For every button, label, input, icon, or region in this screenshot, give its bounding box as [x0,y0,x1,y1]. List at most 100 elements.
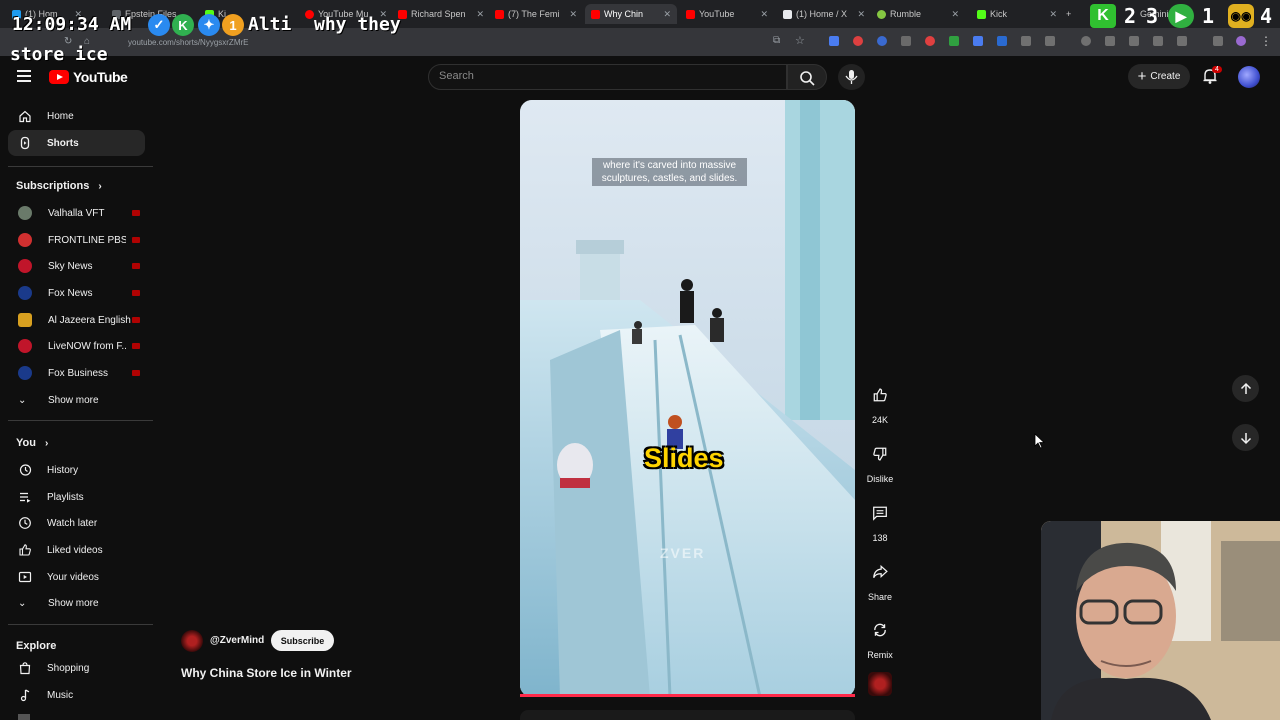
subscription-item[interactable]: Fox News [8,281,145,305]
bookmark-star-icon[interactable]: ☆ [795,34,805,47]
subscription-item[interactable]: Fox Business [8,361,145,385]
sound-thumbnail[interactable] [868,672,892,696]
kebab-menu-icon[interactable]: ⋮ [1260,34,1272,48]
counter-left: 2 [1124,4,1137,28]
thumbs-up-icon [19,544,31,556]
extension-icon[interactable] [1177,36,1187,46]
next-short-preview[interactable] [520,710,855,720]
counter-right: 1 [1202,4,1215,28]
shorts-video-player[interactable] [520,100,855,697]
share-arrow-icon [865,557,895,587]
live-indicator-icon [132,263,140,269]
live-indicator-icon [132,237,140,243]
home-icon [19,110,31,123]
install-icon[interactable]: ⧉ [773,35,780,46]
subscription-item[interactable]: FRONTLINE PBS ... [8,228,145,252]
search-box [428,64,787,90]
history-icon[interactable] [1081,36,1091,46]
url-field[interactable]: youtube.com/shorts/NyygsxrZMrE [128,38,248,47]
sidebar-item-history[interactable]: History [8,457,145,483]
subscription-item[interactable]: Valhalla VFT [8,201,145,225]
extension-icon[interactable] [1021,36,1031,46]
browser-tab[interactable]: Kick ✕ [977,4,1057,24]
sidebar-item-playlists[interactable]: Playlists [8,484,145,510]
verified-badge-icon: ✓ [148,14,170,36]
sidebar-item-watch-later[interactable]: Watch later [8,510,145,536]
dislike-button[interactable]: Dislike [862,439,898,484]
profile-icon[interactable] [1236,36,1246,46]
search-input[interactable] [439,70,769,82]
you-heading[interactable]: You › [16,437,48,449]
sidebar-item-music[interactable]: Music [8,682,145,708]
browser-tab[interactable]: (7) The Femi ✕ [495,4,577,24]
close-icon[interactable]: ✕ [476,9,484,20]
show-more-you[interactable]: ⌄ Show more [8,591,145,615]
share-button[interactable]: Share [862,557,898,602]
remix-button[interactable]: Remix [862,615,898,660]
glasses-emoji-icon: ◉◉ [1228,4,1254,28]
stream-clock: 12:09:34 AM [12,14,132,35]
sidebar-item-shorts[interactable]: Shorts [8,130,145,156]
extension-icon[interactable] [877,36,887,46]
browser-tab-active[interactable]: Why Chin ✕ [585,4,677,24]
create-button[interactable]: + Create [1128,64,1190,89]
subscription-item[interactable]: Al Jazeera English [8,308,145,332]
extension-icon[interactable] [853,36,863,46]
k-badge-icon: K [172,14,194,36]
like-button[interactable]: 24K [862,380,898,425]
close-icon[interactable]: ✕ [857,9,865,20]
like-count: 24K [871,415,888,425]
close-icon[interactable]: ✕ [663,9,671,20]
extension-icon[interactable] [901,36,911,46]
extension-icon[interactable] [1105,36,1115,46]
close-icon[interactable]: ✕ [569,9,577,20]
sidebar-item-home[interactable]: Home [8,103,145,129]
close-icon[interactable]: ✕ [951,9,959,20]
close-icon[interactable]: ✕ [760,9,768,20]
close-icon[interactable]: ✕ [1049,9,1057,20]
extension-icon[interactable] [997,36,1007,46]
channel-avatar[interactable] [181,630,203,652]
extension-icon[interactable] [829,36,839,46]
code-icon[interactable] [1129,36,1139,46]
youtube-logo[interactable]: YouTube [49,69,128,85]
arrow-down-icon [1240,432,1251,444]
subscribe-button[interactable]: Subscribe [271,630,334,651]
browser-tab[interactable]: YouTube ✕ [686,4,768,24]
kick-logo-icon: K [1090,4,1116,28]
sidebar-item-your-videos[interactable]: Your videos [8,564,145,590]
channel-avatar [18,313,32,327]
voice-search-button[interactable] [838,64,865,90]
sidebar-item-liked-videos[interactable]: Liked videos [8,537,145,563]
browser-tab[interactable]: Richard Spen ✕ [398,4,484,24]
extension-icon[interactable] [973,36,983,46]
subscriptions-heading[interactable]: Subscriptions › [16,180,102,192]
subscription-item[interactable]: LiveNOW from F... [8,334,145,358]
video-progress-bar[interactable] [520,694,855,697]
extension-icon[interactable] [1153,36,1163,46]
previous-short-button[interactable] [1232,375,1259,402]
browser-tab[interactable]: (1) Home / X ✕ [783,4,865,24]
extension-icon[interactable] [925,36,935,46]
next-short-button[interactable] [1232,424,1259,451]
extension-icon[interactable] [1045,36,1055,46]
show-more-subscriptions[interactable]: ⌄ Show more [8,388,145,412]
hamburger-menu-icon[interactable] [17,70,31,82]
search-button[interactable] [787,64,827,90]
browser-tab[interactable]: Rumble ✕ [877,4,959,24]
live-indicator-icon [132,317,140,323]
counter-far: 4 [1260,4,1273,28]
video-title[interactable]: Why China Store Ice in Winter [181,666,352,680]
video-overlay-word: Slides [644,443,724,473]
channel-name[interactable]: @ZverMind [210,635,264,646]
subscription-item[interactable]: Sky News [8,254,145,278]
account-avatar[interactable] [1238,66,1260,88]
new-tab-button[interactable]: + [1066,4,1080,24]
comments-button[interactable]: 138 [862,498,898,543]
extension-icon[interactable] [1213,36,1223,46]
comment-count: 138 [872,533,888,543]
chevron-right-icon: › [98,181,102,192]
sidebar-item-shopping[interactable]: Shopping [8,655,145,681]
pin-badge-icon: ✦ [198,14,220,36]
extension-icon[interactable] [949,36,959,46]
